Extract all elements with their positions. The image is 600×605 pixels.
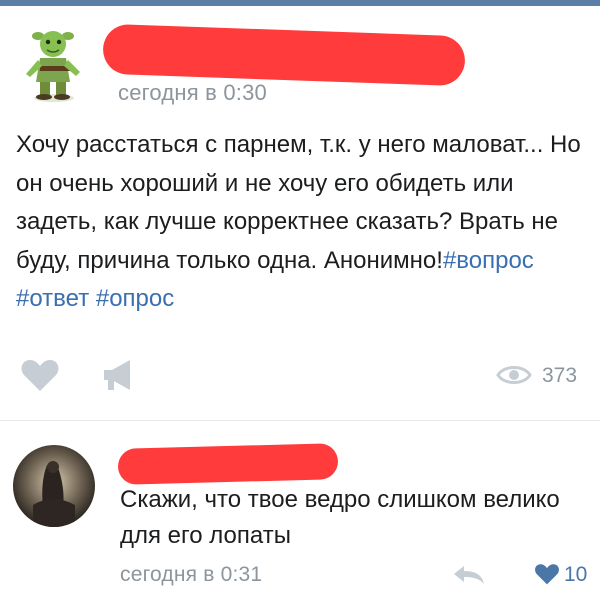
post-timestamp: сегодня в 0:30 [118, 80, 267, 105]
comment-timestamp: сегодня в 0:31 [120, 563, 263, 586]
comment-likes-count: 10 [564, 563, 588, 586]
heart-icon[interactable] [20, 358, 60, 397]
post-text: Хочу расстаться с парнем, т.к. у него ма… [16, 126, 586, 319]
views-count: 373 [542, 364, 578, 387]
comment-like-heart-icon[interactable] [534, 563, 560, 590]
comment-author-avatar[interactable] [13, 445, 95, 527]
divider [0, 420, 600, 421]
hashtag-poll[interactable]: #опрос [96, 285, 174, 312]
top-bar [0, 0, 600, 6]
post-author-avatar[interactable] [16, 22, 98, 104]
redacted-commenter-name [117, 443, 339, 485]
eye-icon [496, 362, 532, 393]
megaphone-icon[interactable] [100, 358, 136, 397]
hashtag-question[interactable]: #вопрос [443, 247, 534, 274]
redacted-author-name [102, 23, 466, 87]
comment-text: Скажи, что твое ведро слишком велико для… [120, 486, 560, 549]
hashtag-answer[interactable]: #ответ [16, 285, 89, 312]
reply-arrow-icon[interactable] [452, 562, 486, 591]
